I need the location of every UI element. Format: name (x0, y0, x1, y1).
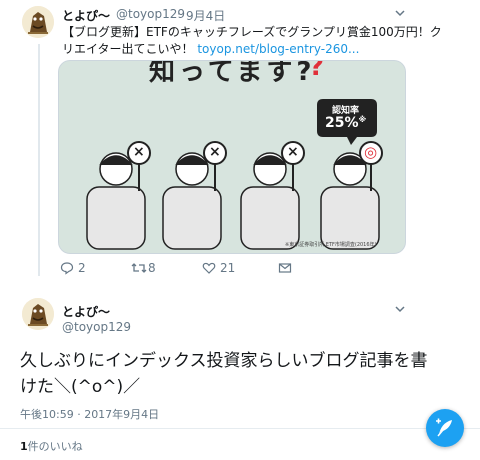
link-card-image[interactable]: ? 知ってます? 認知率 25%※ × × × ◎ ※東京証券取引所 ETF市場… (58, 60, 406, 254)
tweet-text-line1: 久しぶりにインデックス投資家らしいブログ記事を書 (20, 351, 428, 371)
figure-3 (240, 152, 300, 250)
reply-icon (60, 262, 74, 275)
author-name[interactable]: とよぴ～ (62, 303, 110, 320)
author-name[interactable]: とよぴ～ (62, 7, 110, 24)
figure-1 (86, 152, 146, 250)
card-headline: 知ってます? (149, 60, 316, 87)
compose-tweet-button[interactable] (426, 409, 464, 447)
sign-4: ◎ (364, 143, 378, 161)
dm-button[interactable] (278, 261, 292, 278)
feather-icon (436, 418, 452, 437)
speech-value-number: 25% (325, 115, 359, 131)
figure-2 (162, 152, 222, 250)
retweet-count: 8 (148, 261, 156, 275)
speech-value-mark: ※ (358, 115, 367, 124)
dot-separator: · (177, 7, 181, 21)
like-button[interactable] (202, 261, 216, 278)
retweet-button[interactable] (131, 261, 147, 278)
speech-value: 25%※ (325, 115, 366, 131)
tweet-text-line2: けた＼(^o^)／ (20, 377, 141, 397)
likes-summary[interactable]: 1件のいいね (20, 438, 83, 454)
heart-icon (202, 262, 216, 274)
avatar[interactable] (22, 6, 54, 38)
tweet-text-line2: リエイター出てこいや！ toyop.net/blog-entry-260... (62, 41, 359, 58)
sign-2: × (209, 144, 221, 160)
reply-button[interactable] (60, 261, 74, 278)
likes-count: 1 (20, 440, 28, 453)
chevron-down-icon[interactable] (394, 4, 406, 23)
mail-icon (278, 263, 292, 273)
avatar[interactable] (22, 298, 54, 330)
author-handle[interactable]: @toyop129 (62, 320, 131, 334)
sign-3: × (287, 144, 299, 160)
tweet-text-line1: 【ブログ更新】ETFのキャッチフレーズでグランプリ賞金100万円！ク (62, 25, 442, 39)
reply-count: 2 (78, 261, 86, 275)
author-handle[interactable]: @toyop129 (116, 7, 185, 21)
tweet-text-prefix: リエイター出てこいや！ (62, 42, 198, 56)
retweet-icon (131, 263, 147, 273)
thread-line (38, 44, 40, 276)
divider (0, 428, 480, 429)
like-count: 21 (220, 261, 236, 275)
chevron-down-icon[interactable] (394, 300, 406, 319)
card-footnote: ※東京証券取引所 ETF市場調査(2016年) (285, 242, 377, 248)
likes-label: 件のいいね (27, 440, 83, 453)
sign-1: × (133, 144, 145, 160)
blog-link[interactable]: toyop.net/blog-entry-260... (197, 42, 359, 56)
tweet-timestamp[interactable]: 午後10:59 · 2017年9月4日 (20, 406, 159, 422)
tweet-date[interactable]: 9月4日 (186, 7, 225, 24)
